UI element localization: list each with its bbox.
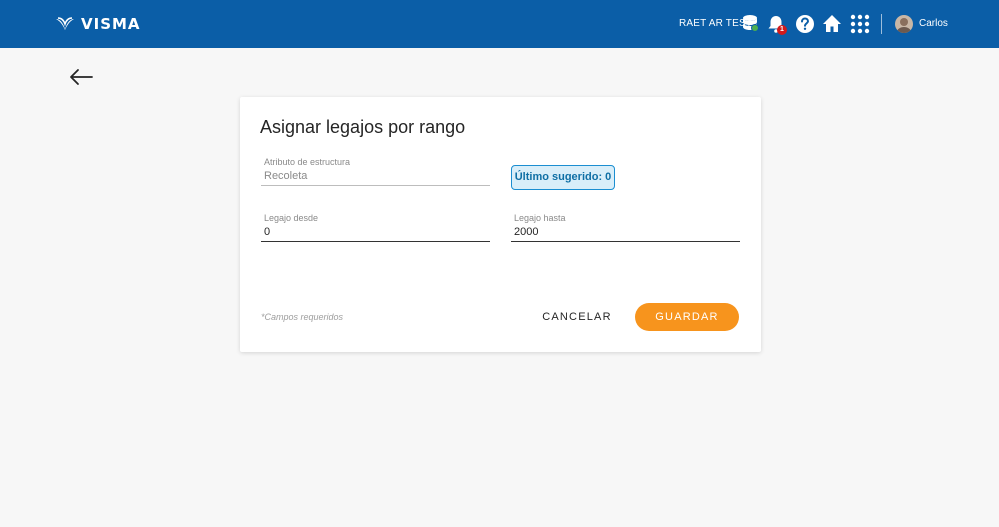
back-arrow-icon[interactable]	[68, 67, 94, 87]
structure-attribute-label: Atributo de estructura	[264, 157, 351, 167]
structure-attribute-value: Recoleta	[264, 170, 308, 182]
status-dot	[751, 24, 759, 32]
field-underline	[261, 241, 490, 242]
visma-logo[interactable]: VISMA	[55, 15, 141, 33]
save-button[interactable]: GUARDAR	[635, 303, 739, 331]
legajo-to-label: Legajo hasta	[514, 213, 566, 223]
help-icon[interactable]	[794, 13, 816, 35]
top-navigation-bar: VISMA RAET AR TEST 1 Carlos	[0, 0, 999, 48]
last-suggested-badge: Último sugerido: 0	[511, 165, 615, 190]
field-underline	[261, 185, 490, 186]
structure-attribute-field: Atributo de estructura Recoleta	[261, 157, 490, 186]
cancel-button[interactable]: CANCELAR	[533, 303, 621, 331]
user-name[interactable]: Carlos	[919, 18, 948, 29]
assign-range-card: Asignar legajos por rango Atributo de es…	[240, 97, 761, 352]
legajo-from-input[interactable]	[264, 226, 484, 238]
apps-grid-icon[interactable]	[849, 13, 871, 35]
field-underline	[511, 241, 740, 242]
logo-text: VISMA	[81, 15, 141, 33]
user-avatar[interactable]	[895, 15, 913, 33]
page-title: Asignar legajos por rango	[260, 117, 466, 137]
notification-count-badge: 1	[777, 25, 787, 35]
header-divider	[881, 14, 882, 34]
legajo-to-input[interactable]	[514, 226, 734, 238]
legajo-to-field[interactable]: Legajo hasta	[511, 213, 740, 242]
legajo-from-label: Legajo desde	[264, 213, 319, 223]
home-icon[interactable]	[821, 13, 843, 35]
visma-logo-icon	[56, 17, 74, 30]
required-fields-note: *Campos requeridos	[261, 312, 344, 322]
database-icon[interactable]	[740, 13, 762, 35]
legajo-from-field[interactable]: Legajo desde	[261, 213, 490, 242]
